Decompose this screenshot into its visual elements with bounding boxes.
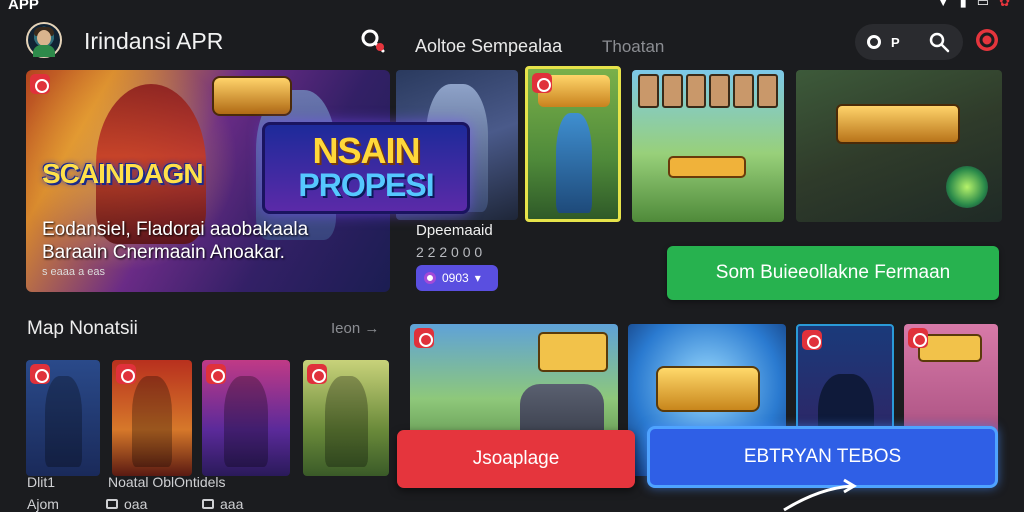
- game-tag-icon: [116, 364, 136, 384]
- record-icon: [867, 35, 881, 49]
- promo-logo[interactable]: NSAIN PROPESI: [262, 122, 470, 214]
- hero-meta: s eaaa a eas: [42, 266, 105, 278]
- promo-logo-line: NSAIN: [312, 130, 420, 171]
- game-tag-icon: [30, 74, 50, 94]
- game-tag-icon: [532, 73, 552, 93]
- square-icon: [106, 499, 118, 509]
- game-tag-icon: [206, 364, 226, 384]
- settings-icon: ✿: [999, 0, 1010, 9]
- signal-icon: ▮: [959, 0, 967, 9]
- avatar[interactable]: [26, 22, 62, 58]
- game-tile[interactable]: [525, 66, 621, 222]
- chevron-down-icon: ▾: [474, 271, 481, 285]
- mail-icon: [202, 499, 214, 509]
- game-tile[interactable]: [632, 70, 784, 222]
- arrow-right-icon: →: [364, 320, 380, 337]
- hero-emblem-image: [212, 76, 292, 116]
- status-icons: ▼ ▮ ▭ ✿: [937, 0, 1010, 10]
- bottom-meta-label: Ajom: [27, 496, 59, 512]
- hero-description-line: Baraain Cnermaain Anoakar.: [42, 242, 285, 263]
- pointer-arrow-icon: [783, 478, 857, 512]
- see-more-link[interactable]: Ieon →: [331, 320, 379, 337]
- hero-description: Eodansiel, Fladorai aaobakaala Baraain C…: [42, 218, 308, 264]
- notification-icon[interactable]: [974, 27, 1000, 53]
- status-app-label: APP: [8, 0, 39, 13]
- game-tag-icon: [908, 328, 928, 348]
- mini-tile-caption: Dlit1: [27, 474, 56, 490]
- hero-title: SCAINDAGN: [42, 158, 204, 189]
- section-title: Aoltoe Sempealaa: [415, 36, 563, 56]
- see-more-label: Ieon: [331, 320, 361, 337]
- bottom-meta: aaa: [202, 496, 243, 512]
- primary-action-button[interactable]: Som Buieeollakne Fermaan: [667, 246, 999, 300]
- wifi-icon: ▼: [936, 0, 950, 9]
- bottom-meta-label: aaa: [220, 496, 244, 512]
- mini-tile-caption: Noatal OblOntidels: [108, 474, 226, 490]
- promo-logo-line: PROPESI: [298, 167, 434, 203]
- app-title: Irindansi APR: [84, 28, 224, 54]
- section-tab-secondary[interactable]: Thoatan: [602, 37, 664, 57]
- mini-game-tile[interactable]: [26, 360, 100, 476]
- mini-game-tile[interactable]: [112, 360, 192, 476]
- game-tile[interactable]: [796, 70, 1002, 222]
- rail-title: Map Nonatsii: [27, 318, 138, 339]
- game-tag-icon: [802, 330, 822, 350]
- record-search-pill[interactable]: P: [855, 24, 963, 60]
- mini-game-tile[interactable]: [303, 360, 389, 476]
- game-tag-icon: [414, 328, 434, 348]
- featured-game-name: Dpeemaaid: [416, 222, 493, 239]
- bottom-meta-label: oaa: [124, 496, 148, 512]
- game-tag-icon: [30, 364, 50, 384]
- bottom-meta: oaa: [106, 496, 147, 512]
- coin-icon: [424, 272, 436, 284]
- game-tag-icon: [307, 364, 327, 384]
- badge-label: 0903: [442, 271, 469, 285]
- battery-icon: ▭: [976, 0, 990, 9]
- featured-game-meta: 2 2 2 0 0 0: [416, 244, 483, 260]
- featured-price-badge[interactable]: 0903 ▾: [416, 265, 498, 291]
- mini-game-tile[interactable]: [202, 360, 290, 476]
- search-icon[interactable]: [360, 28, 386, 54]
- record-label: P: [891, 34, 900, 50]
- search-icon[interactable]: [928, 31, 950, 53]
- hero-description-line: Eodansiel, Fladorai aaobakaala: [42, 219, 309, 240]
- secondary-action-button[interactable]: Jsoaplage: [397, 430, 635, 488]
- bottom-meta: Ajom: [27, 496, 59, 512]
